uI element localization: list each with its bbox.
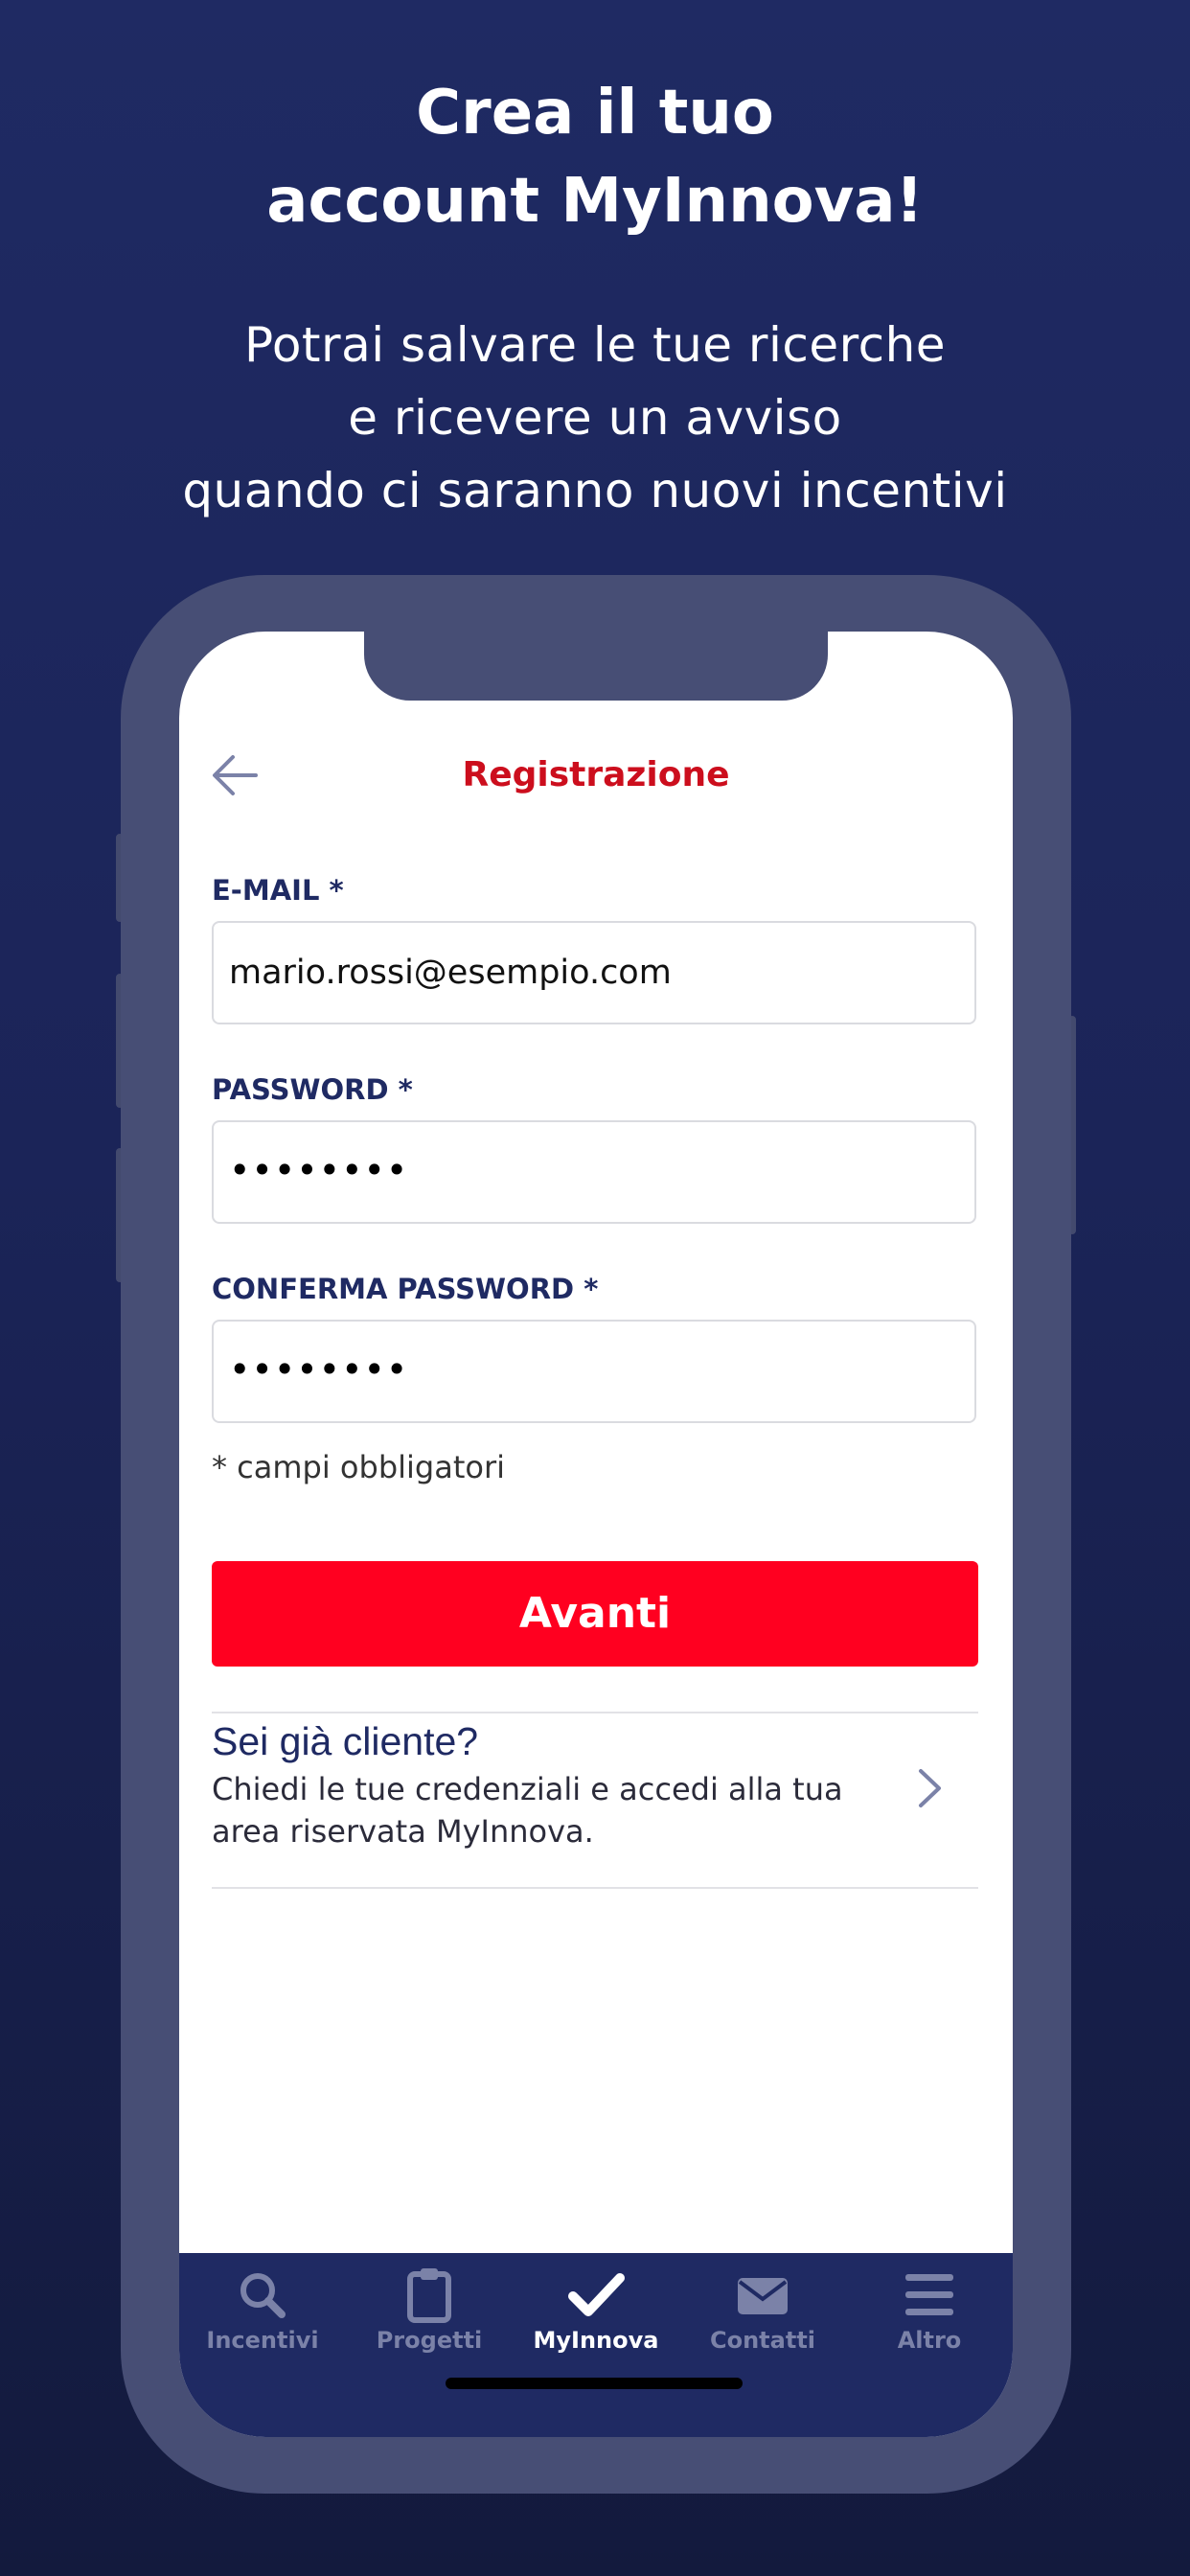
clipboard-icon bbox=[400, 2266, 458, 2324]
tab-label: Contatti bbox=[709, 2327, 816, 2354]
divider bbox=[212, 1712, 978, 1714]
existing-client-description: Chiedi le tue credenziali e accedi alla … bbox=[212, 1771, 843, 1850]
password-field-value: •••••••• bbox=[229, 1149, 409, 1191]
divider bbox=[212, 1887, 978, 1889]
promo-subtitle-line: e ricevere un avviso bbox=[348, 390, 842, 446]
next-button[interactable]: Avanti bbox=[212, 1561, 978, 1667]
required-fields-note: * campi obbligatori bbox=[212, 1449, 505, 1485]
home-indicator[interactable] bbox=[446, 2378, 743, 2389]
tab-label: MyInnova bbox=[533, 2327, 659, 2354]
tab-label: Incentivi bbox=[206, 2327, 319, 2354]
chevron-right-icon bbox=[913, 1766, 946, 1810]
page-title: Registrazione bbox=[462, 755, 730, 794]
bottom-tab-bar: Incentivi Progetti MyInnova Contatti Alt… bbox=[179, 2253, 1013, 2437]
menu-icon bbox=[901, 2266, 958, 2324]
tab-progetti[interactable]: Progetti bbox=[346, 2253, 513, 2378]
email-label: E-MAIL * bbox=[212, 874, 344, 907]
email-field-value: mario.rossi@esempio.com bbox=[229, 954, 672, 992]
promo-title-line: account MyInnova! bbox=[266, 166, 924, 237]
email-field[interactable]: mario.rossi@esempio.com bbox=[212, 921, 976, 1024]
check-icon bbox=[567, 2266, 625, 2324]
app-screen: Registrazione E-MAIL * mario.rossi@esemp… bbox=[179, 632, 1013, 2437]
promo-subtitle-line: quando ci saranno nuovi incentivi bbox=[182, 463, 1008, 518]
tab-contatti[interactable]: Contatti bbox=[679, 2253, 846, 2378]
confirm-password-field[interactable]: •••••••• bbox=[212, 1320, 976, 1423]
promo-title-line: Crea il tuo bbox=[416, 78, 774, 149]
search-icon bbox=[234, 2266, 291, 2324]
existing-client-row[interactable]: Sei già cliente? Chiedi le tue credenzia… bbox=[212, 1714, 978, 1858]
confirm-password-field-value: •••••••• bbox=[229, 1348, 409, 1391]
tab-label: Progetti bbox=[376, 2327, 483, 2354]
promo-subtitle: Potrai salvare le tue ricerche e ricever… bbox=[0, 309, 1190, 527]
tab-label: Altro bbox=[897, 2327, 962, 2354]
tab-altro[interactable]: Altro bbox=[846, 2253, 1013, 2378]
phone-notch bbox=[364, 632, 828, 701]
promo-subtitle-line: Potrai salvare le tue ricerche bbox=[243, 317, 947, 373]
password-field[interactable]: •••••••• bbox=[212, 1120, 976, 1224]
promo-title: Crea il tuo account MyInnova! bbox=[0, 69, 1190, 245]
confirm-password-label: CONFERMA PASSWORD * bbox=[212, 1273, 599, 1305]
password-label: PASSWORD * bbox=[212, 1073, 413, 1106]
tab-incentivi[interactable]: Incentivi bbox=[179, 2253, 346, 2378]
tab-myinnova[interactable]: MyInnova bbox=[513, 2253, 679, 2378]
envelope-icon bbox=[734, 2266, 791, 2324]
existing-client-title: Sei già cliente? bbox=[212, 1719, 479, 1763]
